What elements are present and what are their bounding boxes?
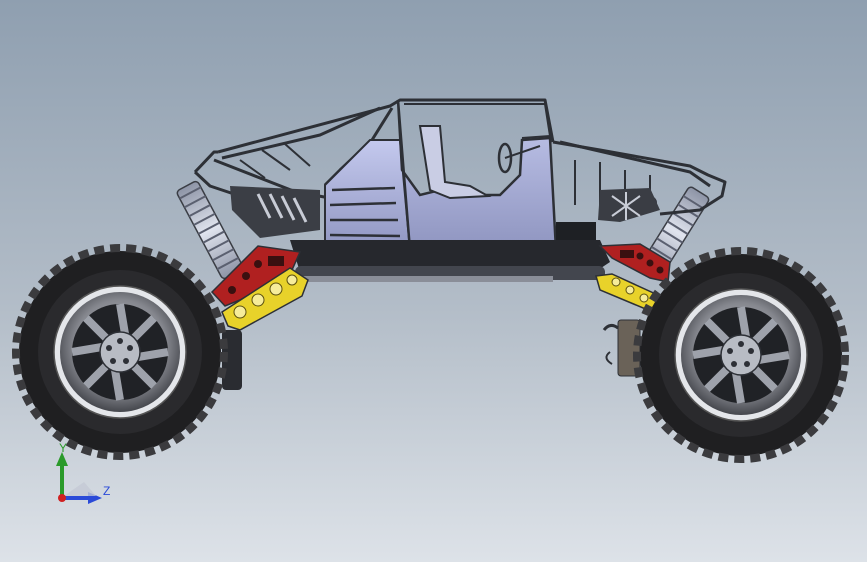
rear-engine-bay — [230, 186, 320, 238]
view-triad — [56, 452, 102, 504]
skid-plate[interactable] — [290, 240, 610, 282]
front-wheel[interactable] — [633, 247, 849, 463]
rear-wheel[interactable] — [12, 244, 228, 460]
axis-y-label: Y — [59, 441, 68, 455]
seat — [418, 125, 492, 200]
graphics-viewport[interactable]: Y Z — [0, 0, 867, 562]
winch — [602, 319, 641, 377]
rock-crawler-model[interactable] — [0, 0, 867, 562]
axis-z-label: Z — [103, 484, 111, 498]
